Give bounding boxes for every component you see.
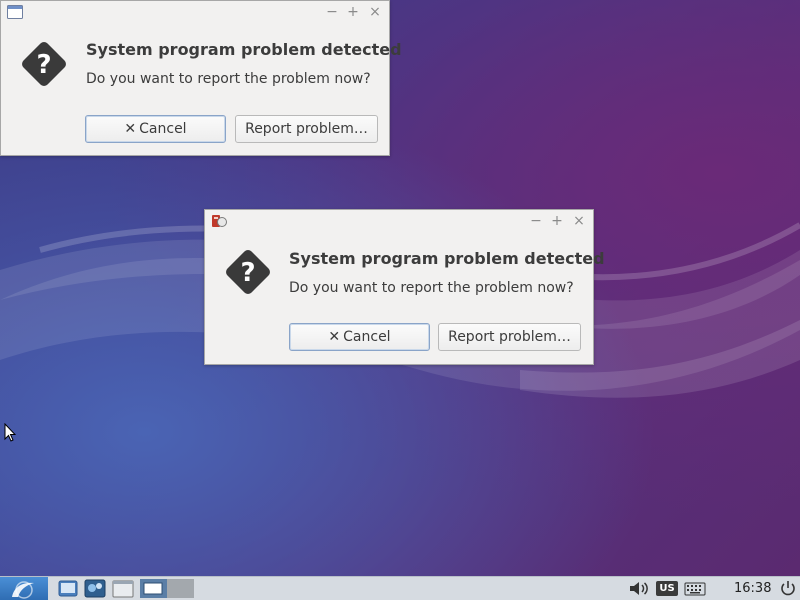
clock[interactable]: 16:38 (734, 579, 771, 598)
close-button[interactable]: × (366, 3, 384, 21)
report-problem-button[interactable]: Report problem… (438, 323, 581, 351)
cancel-button[interactable]: ✕ Cancel (85, 115, 226, 143)
window-button-icon[interactable] (140, 579, 194, 598)
power-icon[interactable] (778, 579, 798, 598)
question-icon: ? (226, 250, 270, 294)
dialog-message: Do you want to report the problem now? (86, 71, 371, 87)
svg-text:?: ? (36, 50, 51, 80)
report-problem-label: Report problem… (448, 329, 571, 345)
cancel-button-label: Cancel (343, 329, 391, 345)
apport-icon (212, 215, 227, 227)
dialog-message: Do you want to report the problem now? (289, 280, 574, 296)
minimize-button[interactable]: − (527, 212, 545, 230)
start-menu-button[interactable] (0, 577, 48, 600)
report-problem-label: Report problem… (245, 121, 368, 137)
dialog-titlebar[interactable]: − + × (205, 210, 593, 232)
mouse-cursor-icon (4, 423, 16, 442)
problem-dialog-1: − + × ? System program problem detected … (0, 0, 402, 156)
show-desktop-icon[interactable] (58, 579, 78, 598)
maximize-button[interactable]: + (344, 3, 362, 21)
dialog-heading: System program problem detected (289, 249, 605, 268)
start-menu-icon (12, 581, 34, 599)
svg-text:?: ? (240, 258, 255, 288)
dialog-titlebar[interactable]: − + × (1, 1, 389, 23)
report-problem-button[interactable]: Report problem… (235, 115, 378, 143)
cancel-button-label: Cancel (139, 121, 187, 137)
question-icon: ? (22, 42, 66, 86)
file-manager-icon[interactable] (112, 579, 134, 598)
close-icon: ✕ (328, 329, 341, 345)
on-screen-keyboard-icon[interactable] (684, 579, 706, 598)
cancel-button[interactable]: ✕ Cancel (289, 323, 430, 351)
close-icon: ✕ (124, 121, 137, 137)
app-launcher-icon[interactable] (84, 579, 106, 598)
taskbar: US 16:38 (0, 576, 800, 600)
problem-dialog-2: − + × ? System program problem detected … (204, 209, 605, 365)
keyboard-layout-indicator[interactable]: US (656, 581, 678, 596)
close-button[interactable]: × (570, 212, 588, 230)
volume-icon[interactable] (628, 579, 650, 598)
maximize-button[interactable]: + (548, 212, 566, 230)
window-icon (7, 5, 23, 19)
dialog-heading: System program problem detected (86, 40, 402, 59)
minimize-button[interactable]: − (323, 3, 341, 21)
